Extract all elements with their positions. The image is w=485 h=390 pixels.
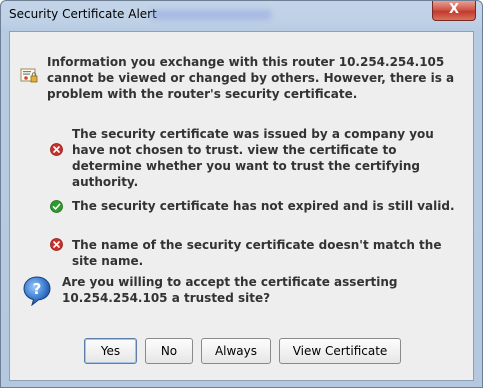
error-icon (50, 238, 63, 251)
close-button[interactable]: X (432, 1, 476, 21)
header-message: Information you exchange with this route… (47, 55, 455, 101)
check-issuer-untrusted: The security certificate was issued by a… (72, 127, 434, 189)
no-button[interactable]: No (145, 338, 193, 364)
check-name-mismatch: The name of the security certificate doe… (72, 238, 442, 268)
view-certificate-button[interactable]: View Certificate (279, 338, 401, 364)
title-bar[interactable]: Security Certificate Alert X (1, 1, 482, 29)
question-text: Are you willing to accept the certificat… (62, 275, 398, 305)
certificate-lock-icon (20, 68, 38, 83)
check-not-expired: The security certificate has not expired… (72, 199, 455, 213)
svg-text:?: ? (33, 280, 42, 298)
dialog-body: Information you exchange with this route… (9, 31, 474, 381)
security-alert-window: Security Certificate Alert X Information… (0, 0, 483, 388)
window-title: Security Certificate Alert (9, 7, 157, 21)
blurred-title-text (151, 10, 271, 20)
yes-button[interactable]: Yes (84, 338, 137, 364)
question-icon: ? (23, 276, 51, 306)
check-icon (50, 200, 63, 213)
always-button[interactable]: Always (201, 338, 271, 364)
error-icon (50, 143, 63, 156)
